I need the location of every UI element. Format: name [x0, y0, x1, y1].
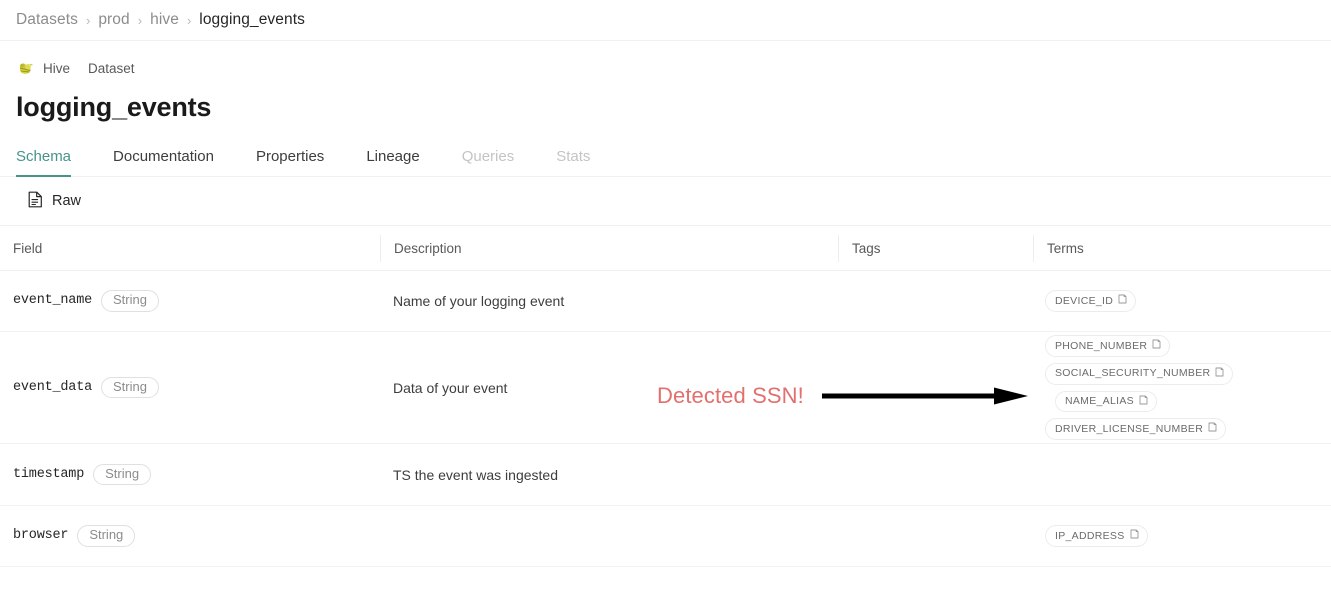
- breadcrumb-item-datasets[interactable]: Datasets: [16, 11, 78, 29]
- table-header-row: Field Description Tags Terms: [0, 226, 1331, 271]
- tab-queries: Queries: [461, 148, 515, 165]
- table-row[interactable]: event_name String Name of your logging e…: [0, 271, 1331, 332]
- breadcrumb-separator-icon: ›: [85, 12, 91, 28]
- term-label: SOCIAL_SECURITY_NUMBER: [1055, 367, 1211, 380]
- term-tag[interactable]: DEVICE_ID: [1045, 290, 1137, 312]
- description-cell: TS the event was ingested: [380, 467, 838, 483]
- platform-name: Hive: [43, 60, 71, 76]
- field-type-badge: String: [77, 525, 136, 547]
- field-name: browser: [13, 528, 69, 544]
- term-tag[interactable]: DRIVER_LICENSE_NUMBER: [1045, 418, 1227, 440]
- field-type-badge: String: [93, 463, 152, 486]
- book-icon: [1130, 529, 1139, 543]
- field-type-badge: String: [101, 376, 159, 399]
- entity-type-label: Dataset: [88, 60, 135, 76]
- book-icon: [1215, 367, 1224, 381]
- term-label: DEVICE_ID: [1055, 294, 1114, 307]
- description-text: TS the event was ingested: [393, 466, 558, 483]
- hive-logo-icon: [16, 59, 35, 78]
- description-cell: Data of your event: [380, 380, 838, 396]
- description-text: Name of your logging event: [393, 293, 565, 309]
- book-icon: [1118, 294, 1127, 308]
- term-tag[interactable]: NAME_ALIAS: [1055, 390, 1157, 413]
- page-title: logging_events: [16, 92, 212, 122]
- terms-cell[interactable]: IP_ADDRESS: [1033, 525, 1331, 547]
- field-type-badge: String: [101, 290, 159, 312]
- field-cell: event_name String: [0, 290, 380, 312]
- term-tag[interactable]: IP_ADDRESS: [1045, 525, 1148, 547]
- column-header-terms: Terms: [1033, 234, 1331, 262]
- field-name: timestamp: [13, 466, 85, 482]
- breadcrumb-separator-icon: ›: [137, 12, 143, 28]
- description-cell: Name of your logging event: [380, 293, 838, 309]
- book-icon: [1152, 339, 1161, 353]
- term-label: NAME_ALIAS: [1065, 395, 1134, 407]
- term-tag[interactable]: SOCIAL_SECURITY_NUMBER: [1045, 362, 1234, 385]
- field-cell: event_data String: [0, 376, 380, 399]
- breadcrumb-separator-icon: ›: [186, 12, 192, 28]
- entity-header: Hive Dataset logging_events: [0, 41, 1331, 123]
- breadcrumb-item-hive[interactable]: hive: [150, 11, 179, 29]
- breadcrumb-item-logging-events[interactable]: logging_events: [199, 11, 305, 29]
- tab-stats: Stats: [556, 148, 591, 165]
- schema-toolbar: Raw: [0, 177, 1331, 226]
- table-row[interactable]: timestamp String TS the event was ingest…: [0, 444, 1331, 506]
- tab-documentation[interactable]: Documentation: [113, 148, 214, 176]
- raw-toggle-button[interactable]: Raw: [28, 191, 81, 212]
- breadcrumb-item-prod[interactable]: prod: [98, 11, 129, 29]
- field-cell: browser String: [0, 525, 380, 547]
- platform-row: Hive Dataset: [16, 57, 1315, 79]
- breadcrumb: Datasets › prod › hive › logging_events: [0, 0, 1331, 41]
- field-name: event_name: [13, 293, 93, 309]
- field-cell: timestamp String: [0, 463, 380, 486]
- field-name: event_data: [13, 379, 93, 395]
- column-header-description: Description: [380, 234, 838, 262]
- terms-cell[interactable]: PHONE_NUMBER SOCIAL_SECURITY_NUMBER NAME…: [1033, 335, 1331, 440]
- book-icon: [1139, 395, 1148, 409]
- tab-schema[interactable]: Schema: [16, 148, 72, 177]
- term-label: DRIVER_LICENSE_NUMBER: [1055, 422, 1204, 435]
- tab-bar: Schema Documentation Properties Lineage …: [0, 135, 1331, 177]
- term-tag[interactable]: PHONE_NUMBER: [1045, 335, 1171, 357]
- book-icon: [1208, 422, 1217, 436]
- table-row[interactable]: event_data String Data of your event PHO…: [0, 332, 1331, 444]
- description-text: Data of your event: [393, 379, 508, 396]
- raw-label: Raw: [52, 193, 82, 209]
- term-label: PHONE_NUMBER: [1055, 339, 1148, 352]
- terms-cell[interactable]: DEVICE_ID: [1033, 290, 1331, 312]
- schema-table: Field Description Tags Terms event_name …: [0, 226, 1331, 567]
- column-header-tags: Tags: [838, 234, 1033, 262]
- table-row[interactable]: browser String IP_ADDRESS: [0, 506, 1331, 567]
- tab-lineage[interactable]: Lineage: [366, 148, 419, 176]
- tab-properties[interactable]: Properties: [256, 148, 324, 176]
- file-text-icon: [28, 191, 43, 212]
- column-header-field: Field: [13, 240, 43, 256]
- term-label: IP_ADDRESS: [1055, 529, 1125, 542]
